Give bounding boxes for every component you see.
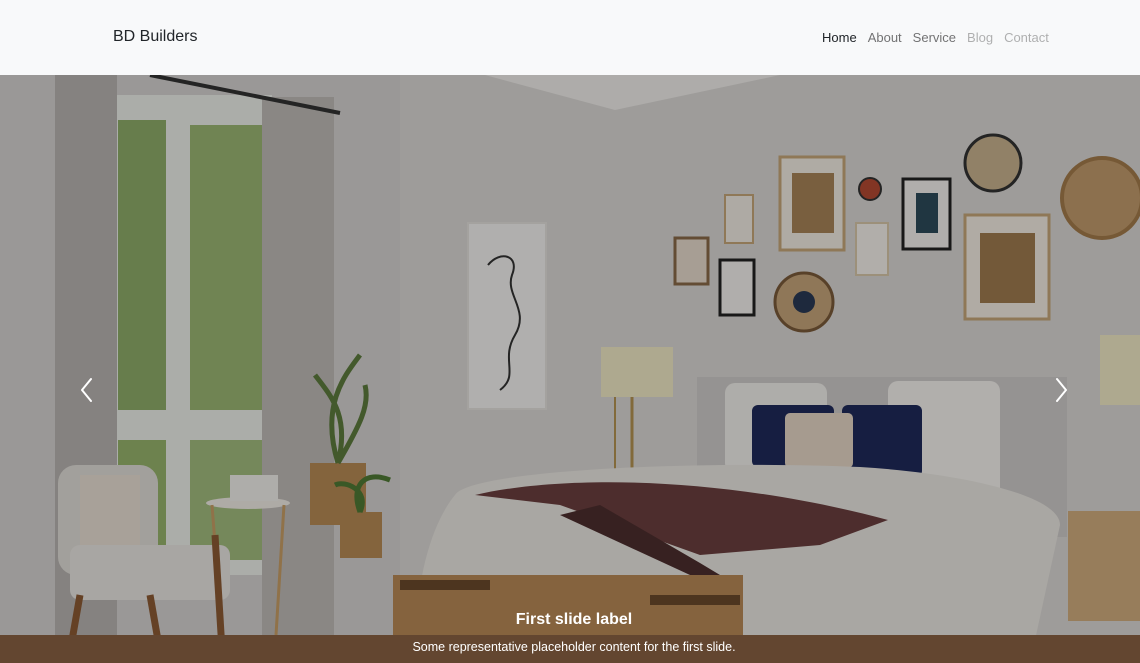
nav-link-home[interactable]: Home — [822, 30, 857, 45]
hero-carousel: First slide label Some representative pl… — [0, 75, 1140, 663]
chevron-left-icon — [81, 378, 92, 402]
carousel-prev-button[interactable] — [66, 365, 106, 415]
slide-title: First slide label — [515, 611, 633, 628]
brand-link[interactable]: BD Builders — [113, 28, 197, 46]
carousel-next-button[interactable] — [1042, 365, 1082, 415]
slide-overlay — [0, 75, 1140, 663]
nav-links: Home About Service Blog Contact — [822, 30, 1049, 45]
chevron-right-icon — [1056, 378, 1067, 402]
slide-text: Some representative placeholder content … — [412, 640, 736, 654]
nav-link-contact[interactable]: Contact — [1004, 30, 1049, 45]
nav-link-service[interactable]: Service — [913, 30, 956, 45]
nav-link-about[interactable]: About — [868, 30, 902, 45]
nav-link-blog[interactable]: Blog — [967, 30, 993, 45]
navbar: BD Builders Home About Service Blog Cont… — [0, 0, 1140, 75]
slide-caption: First slide label Some representative pl… — [320, 611, 828, 654]
